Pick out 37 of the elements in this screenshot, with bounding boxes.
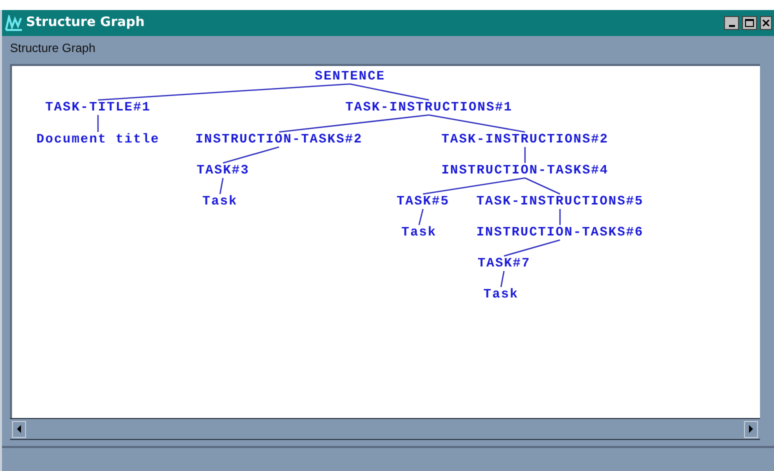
connector-line xyxy=(559,209,561,225)
node-label: TASK-INSTRUCTIONS#1 xyxy=(345,100,513,114)
node-label: TASK-INSTRUCTIONS#2 xyxy=(441,132,609,146)
connector-line xyxy=(500,270,505,288)
close-icon xyxy=(762,19,770,27)
close-button[interactable] xyxy=(760,16,772,30)
connector-line xyxy=(222,146,280,164)
connector-line xyxy=(524,147,526,163)
graph-icon xyxy=(5,15,23,31)
minimize-icon xyxy=(728,25,734,27)
node-label: TASK-TITLE#1 xyxy=(45,100,151,114)
node-label: TASK-INSTRUCTIONS#5 xyxy=(476,194,644,208)
left-arrow-icon xyxy=(17,425,21,433)
node-label: TASK#5 xyxy=(396,194,450,208)
maximize-button[interactable] xyxy=(742,16,757,30)
horizontal-scrollbar[interactable] xyxy=(10,418,760,440)
node-label: INSTRUCTION-TASKS#6 xyxy=(476,226,644,238)
right-arrow-icon xyxy=(749,425,753,433)
menu-item[interactable]: Structure Graph xyxy=(10,39,96,57)
node-label: INSTRUCTION-TASKS#4 xyxy=(441,164,609,176)
scroll-left-button[interactable] xyxy=(12,420,26,438)
node-label: Task xyxy=(202,194,238,208)
node-label: SENTENCE xyxy=(314,70,386,82)
minimize-button[interactable] xyxy=(724,16,739,30)
connector-line xyxy=(219,178,224,194)
node-label: TASK#7 xyxy=(478,256,530,270)
maximize-icon xyxy=(745,19,754,27)
node-label: Document title xyxy=(36,132,160,146)
node-label: INSTRUCTION-TASKS#2 xyxy=(195,132,363,146)
connector-line xyxy=(504,239,560,257)
connector-line xyxy=(418,208,424,226)
connector-line xyxy=(97,115,99,132)
node-label: Task xyxy=(483,288,519,300)
node-label: TASK#3 xyxy=(196,164,250,176)
window-title: Structure Graph xyxy=(26,14,145,32)
node-label: Task xyxy=(401,226,437,238)
scroll-right-button[interactable] xyxy=(744,420,758,438)
